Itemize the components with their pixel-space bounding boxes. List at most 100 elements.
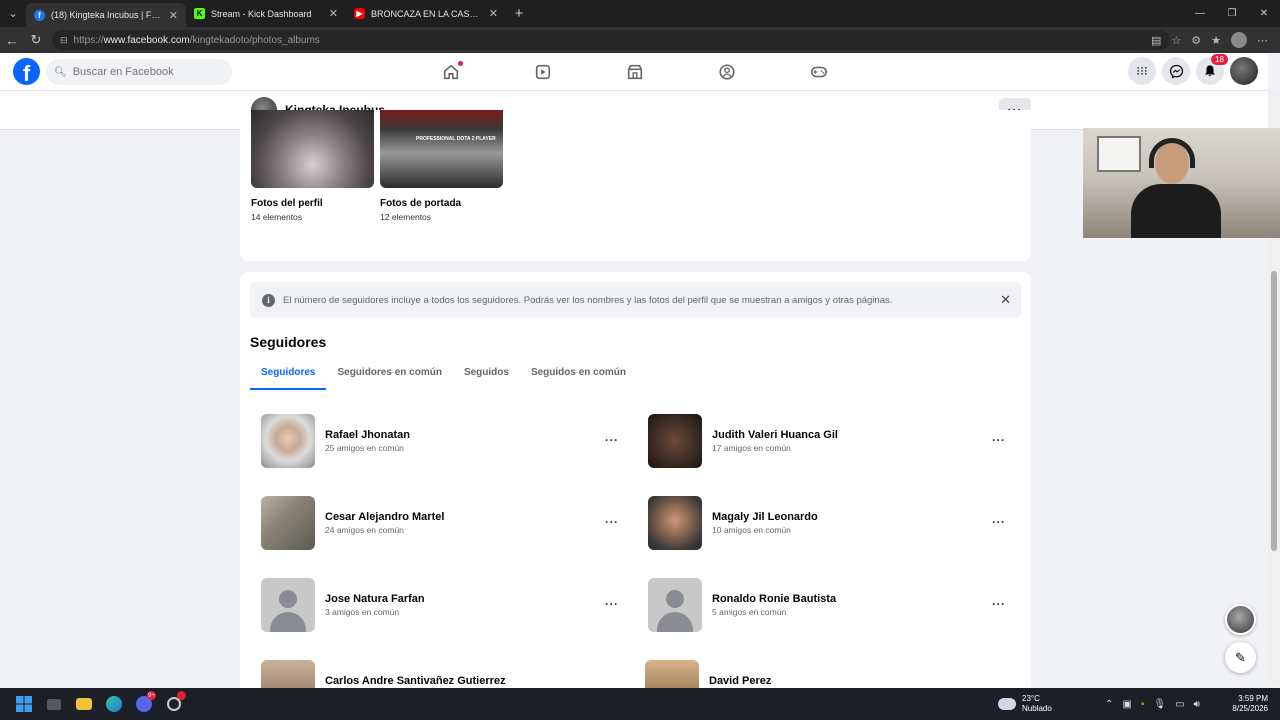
close-icon[interactable]: ✕ xyxy=(169,9,178,22)
tab-common-followers[interactable]: Seguidores en común xyxy=(326,360,452,390)
tab-list-chevron-icon[interactable]: ⌄ xyxy=(0,0,26,27)
webcam-window-background xyxy=(1097,136,1141,172)
default-avatar-icon[interactable] xyxy=(648,578,702,632)
follower-mutual-friends: 10 amigos en común xyxy=(712,525,791,535)
clock-time: 3:59 PM xyxy=(1238,693,1268,703)
follower-mutual-friends: 3 amigos en común xyxy=(325,607,400,617)
messenger-icon[interactable] xyxy=(1162,57,1190,85)
microphone-icon[interactable]: 🎙︎ xyxy=(1153,699,1166,710)
album-thumbnail[interactable] xyxy=(251,110,374,188)
follower-more-icon[interactable]: ··· xyxy=(992,597,1006,611)
back-arrow-icon[interactable]: ← xyxy=(0,33,24,48)
app-icon[interactable] xyxy=(159,690,188,718)
main-nav-tabs xyxy=(405,53,865,91)
album-count: 12 elementos xyxy=(380,212,432,222)
follower-item: Judith Valeri Huanca Gil 17 amigos en co… xyxy=(638,403,1009,471)
follower-avatar[interactable] xyxy=(648,496,702,550)
close-icon[interactable]: ✕ xyxy=(329,7,338,20)
search-input[interactable] xyxy=(72,66,223,78)
album-thumbnail[interactable]: PROFESSIONAL DOTA 2 PLAYER xyxy=(380,110,503,188)
follower-name[interactable]: Carlos Andre Santivañez Gutierrez xyxy=(325,675,506,687)
follower-more-icon[interactable]: ··· xyxy=(605,515,619,529)
extension-icon[interactable]: ⚙ xyxy=(1191,34,1201,47)
nvidia-icon[interactable]: ▪ xyxy=(1141,699,1145,710)
follower-name[interactable]: Cesar Alejandro Martel xyxy=(325,511,444,523)
chevron-up-icon[interactable]: ⌃ xyxy=(1105,699,1113,710)
follower-name[interactable]: Judith Valeri Huanca Gil xyxy=(712,429,838,441)
album-name[interactable]: Fotos de portada xyxy=(380,198,503,209)
tab-followers[interactable]: Seguidores xyxy=(250,360,327,390)
follower-more-icon[interactable]: ··· xyxy=(605,597,619,611)
search-icon: 🔍︎ xyxy=(54,66,67,78)
follower-name[interactable]: Ronaldo Ronie Bautista xyxy=(712,593,836,605)
file-explorer-icon[interactable] xyxy=(69,690,98,718)
speaker-icon[interactable]: 🔊︎ xyxy=(1194,699,1200,710)
follower-avatar[interactable] xyxy=(261,414,315,468)
webcam-overlay xyxy=(1083,128,1280,238)
reader-mode-icon[interactable]: ▤ xyxy=(1151,34,1161,47)
tray-app-icon[interactable]: ▣ xyxy=(1122,699,1131,710)
followers-tabs: Seguidores Seguidores en común Seguidos … xyxy=(250,360,637,390)
nav-groups[interactable] xyxy=(681,53,773,91)
follower-more-icon[interactable]: ··· xyxy=(992,433,1006,447)
home-icon xyxy=(443,64,459,80)
task-view-icon[interactable] xyxy=(39,690,68,718)
scrollbar-thumb[interactable] xyxy=(1271,271,1277,551)
window-controls: — ❐ ✕ xyxy=(1184,0,1280,27)
favorite-star-icon[interactable]: ☆ xyxy=(1171,34,1181,47)
windows-start-icon[interactable] xyxy=(9,690,38,718)
windows-logo xyxy=(15,696,32,712)
follower-more-icon[interactable]: ··· xyxy=(605,433,619,447)
info-icon: i xyxy=(262,293,275,307)
nav-marketplace[interactable] xyxy=(589,53,681,91)
discord-icon[interactable]: 9+ xyxy=(129,690,158,718)
tab-youtube[interactable]: ▶ BRONCAZA EN LA CASA DE KING ✕ xyxy=(346,0,506,27)
nav-video[interactable] xyxy=(497,53,589,91)
nav-home[interactable] xyxy=(405,53,497,91)
new-message-edit-icon[interactable]: ✎ xyxy=(1225,642,1256,673)
app-notification-dot xyxy=(177,691,186,700)
notifications-bell-icon[interactable]: 18 xyxy=(1196,53,1229,85)
account-avatar[interactable] xyxy=(1230,57,1258,85)
browser-profile-avatar[interactable] xyxy=(1231,32,1247,48)
edge-browser-icon[interactable] xyxy=(99,690,128,718)
close-icon[interactable]: ✕ xyxy=(489,7,498,20)
url-field[interactable]: ⊟ https://www.facebook.com/kingtekadoto/… xyxy=(52,30,1170,50)
follower-more-icon[interactable]: ··· xyxy=(992,515,1006,529)
follower-avatar[interactable] xyxy=(261,496,315,550)
tab-kick[interactable]: K Stream - Kick Dashboard ✕ xyxy=(186,0,346,27)
tab-common-following[interactable]: Seguidos en común xyxy=(520,360,637,390)
nav-gaming[interactable] xyxy=(773,53,865,91)
browser-menu-icon[interactable]: ⋯ xyxy=(1257,34,1268,47)
follower-name[interactable]: Magaly Jil Leonardo xyxy=(712,511,818,523)
follower-name[interactable]: Rafael Jhonatan xyxy=(325,429,410,441)
followers-title: Seguidores xyxy=(250,334,327,350)
default-avatar-icon[interactable] xyxy=(261,578,315,632)
maximize-icon[interactable]: ❐ xyxy=(1216,0,1248,27)
weather-widget[interactable]: 23°C Nublado xyxy=(998,688,1052,720)
tab-title: Stream - Kick Dashboard xyxy=(211,8,312,19)
album-profile-photos[interactable]: Fotos del perfil 14 elementos xyxy=(251,110,374,222)
album-cover-photos[interactable]: PROFESSIONAL DOTA 2 PLAYER Fotos de port… xyxy=(380,110,503,222)
facebook-logo-icon[interactable]: f xyxy=(13,58,40,85)
album-name[interactable]: Fotos del perfil xyxy=(251,198,374,209)
follower-name[interactable]: David Perez xyxy=(709,675,771,687)
minimize-icon[interactable]: — xyxy=(1184,0,1216,27)
reload-icon[interactable]: ↻ xyxy=(24,32,48,48)
tab-following[interactable]: Seguidos xyxy=(453,360,520,390)
taskbar-clock[interactable]: 3:59 PM 8/25/2026 xyxy=(1232,688,1268,720)
display-icon[interactable]: ▭ xyxy=(1175,699,1184,710)
menu-grid-icon[interactable]: ⁝⁝⁝ xyxy=(1128,57,1156,85)
tab-facebook[interactable]: f (18) Kingteka Incubus | Facebook ✕ xyxy=(26,3,186,27)
close-icon[interactable]: ✕ xyxy=(1000,292,1011,308)
messenger-glyph xyxy=(1169,64,1183,79)
new-tab-plus-icon[interactable]: + xyxy=(506,0,532,27)
close-window-icon[interactable]: ✕ xyxy=(1248,0,1280,27)
favorites-list-icon[interactable]: ★ xyxy=(1211,34,1221,47)
site-info-icon[interactable]: ⊟ xyxy=(60,35,68,46)
facebook-top-nav: f 🔍︎ ⁝⁝⁝ 18 xyxy=(0,53,1268,91)
follower-name[interactable]: Jose Natura Farfan xyxy=(325,593,425,605)
follower-avatar[interactable] xyxy=(648,414,702,468)
facebook-search-box[interactable]: 🔍︎ xyxy=(46,59,232,85)
chat-contact-avatar[interactable] xyxy=(1225,604,1256,635)
